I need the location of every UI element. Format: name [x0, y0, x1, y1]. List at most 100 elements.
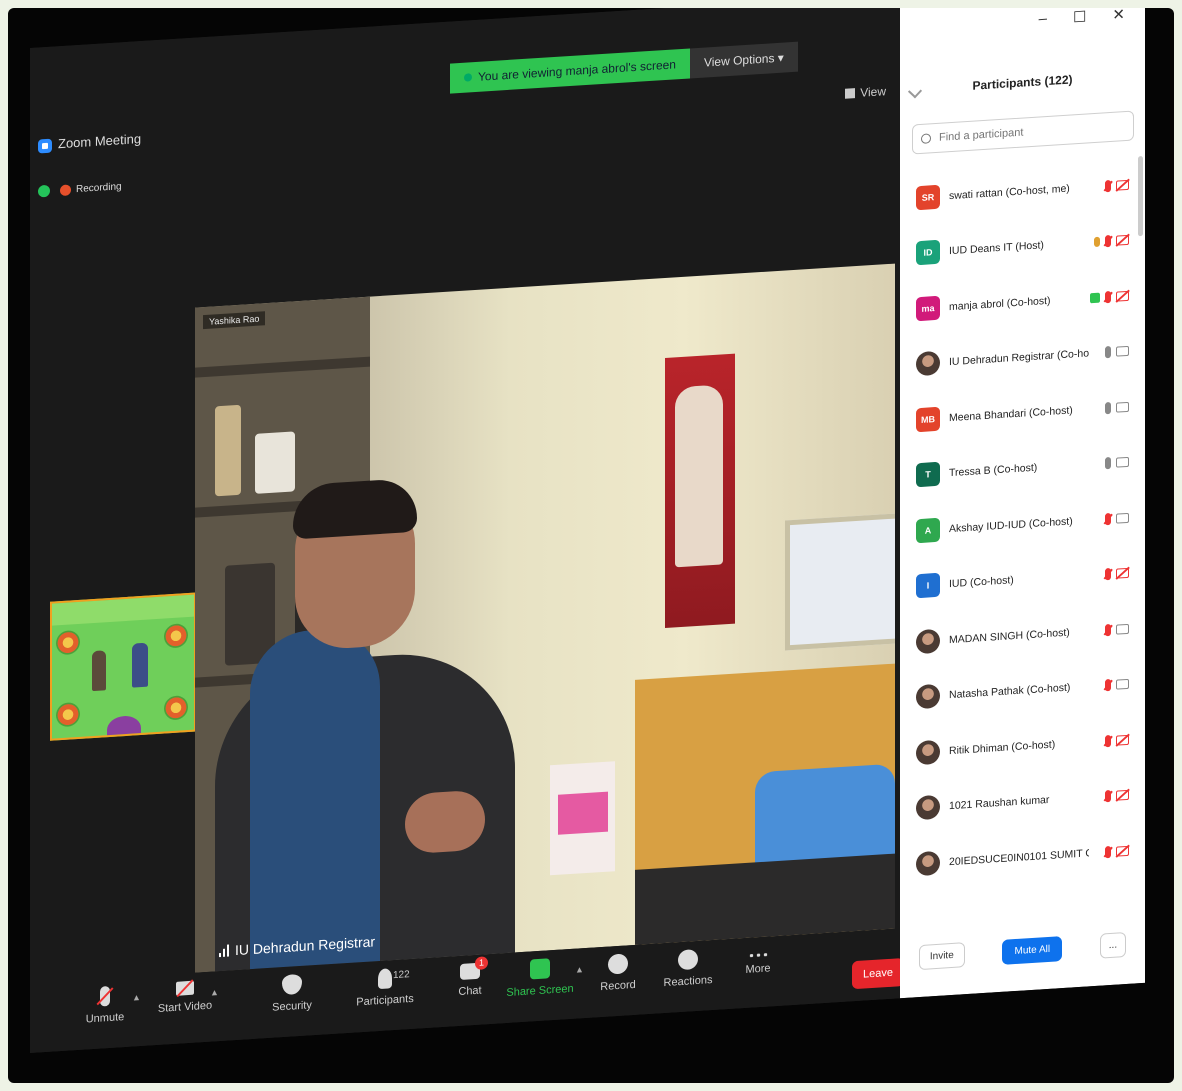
participant-search-input[interactable] — [937, 119, 1121, 145]
microphone-icon[interactable] — [1105, 457, 1111, 470]
shelf-board — [195, 356, 370, 378]
reactions-button[interactable]: Reactions — [648, 939, 728, 990]
background-poster — [665, 353, 735, 629]
avatar — [916, 350, 940, 377]
participant-name: swati rattan (Co-host, me) — [949, 182, 1070, 202]
participant-name: Natasha Pathak (Co-host) — [949, 681, 1071, 702]
shared-screen-thumbnail[interactable] — [50, 592, 196, 741]
viewing-screen-notice: You are viewing manja abrol's screen — [450, 48, 690, 94]
audio-options-chevron-icon[interactable]: ▲ — [132, 992, 141, 1003]
microphone-muted-icon[interactable] — [1105, 734, 1111, 748]
microphone-muted-icon[interactable] — [1105, 512, 1111, 526]
share-screen-icon — [530, 958, 550, 980]
participant-status-icons — [1105, 512, 1129, 526]
chat-bubble-icon: 1 — [460, 956, 488, 980]
recording-label: Recording — [76, 180, 122, 195]
speaker-scarf — [250, 625, 380, 973]
encryption-shield-icon[interactable] — [38, 184, 50, 198]
participant-name: 1021 Raushan kumar — [949, 794, 1050, 813]
participant-search[interactable] — [912, 110, 1134, 155]
security-shield-icon — [282, 973, 302, 996]
participant-status-icons — [1105, 401, 1129, 415]
avatar — [916, 794, 940, 821]
camera-off-icon[interactable] — [1116, 845, 1129, 857]
camera-icon[interactable] — [1116, 401, 1129, 413]
screen-frame: You are viewing manja abrol's screen Vie… — [8, 8, 1174, 1083]
avatar: ma — [916, 295, 940, 322]
camera-off-icon[interactable] — [1116, 734, 1129, 746]
thumbnail-figure — [92, 650, 106, 692]
participant-status-icons — [1105, 456, 1129, 470]
microphone-muted-icon[interactable] — [1105, 845, 1111, 859]
view-button[interactable]: View — [845, 84, 886, 101]
camera-off-icon[interactable] — [1116, 290, 1129, 302]
active-speaker-video[interactable]: Yashika Rao IU Dehradun Registrar — [195, 263, 895, 973]
more-button[interactable]: More — [718, 935, 798, 978]
microphone-muted-icon[interactable] — [1105, 179, 1111, 193]
chat-button[interactable]: 1 Chat — [430, 953, 510, 1000]
mute-all-button[interactable]: Mute All — [1002, 935, 1063, 965]
participants-button[interactable]: 122 Participants — [345, 958, 425, 1009]
record-icon — [608, 953, 628, 975]
participants-panel-footer: Invite Mute All ... — [900, 923, 1145, 978]
invite-button[interactable]: Invite — [918, 941, 965, 970]
camera-icon[interactable] — [1116, 346, 1129, 357]
meeting-area: You are viewing manja abrol's screen Vie… — [30, 8, 904, 1053]
view-options-button[interactable]: View Options ▾ — [689, 41, 798, 79]
video-options-chevron-icon[interactable]: ▲ — [210, 987, 219, 998]
camera-icon[interactable] — [1116, 457, 1129, 468]
avatar: SR — [916, 184, 940, 211]
camera-icon[interactable] — [1116, 623, 1129, 635]
zoom-window: You are viewing manja abrol's screen Vie… — [30, 8, 1145, 1054]
camera-icon[interactable] — [1116, 679, 1129, 690]
microphone-muted-icon[interactable] — [1105, 568, 1111, 581]
flower-decoration — [56, 701, 80, 728]
view-label: View — [860, 84, 886, 100]
camera-off-icon[interactable] — [1116, 568, 1129, 579]
camera-off-icon[interactable] — [1116, 235, 1129, 246]
microphone-muted-icon[interactable] — [1105, 235, 1111, 248]
flower-decoration — [164, 695, 188, 721]
close-icon[interactable]: ✕ — [1112, 8, 1125, 24]
participant-name: IU Dehradun Registrar (Co-host) — [949, 347, 1089, 369]
recording-badge[interactable]: Recording — [60, 181, 122, 196]
microphone-muted-icon[interactable] — [1105, 290, 1111, 304]
screen-share-icon[interactable] — [1090, 292, 1100, 304]
share-screen-label: Share Screen — [506, 982, 574, 1000]
participants-count: 122 — [393, 969, 410, 982]
maximize-icon[interactable]: ☐ — [1073, 8, 1086, 27]
view-options-label: View Options — [703, 51, 775, 70]
participants-label: Participants — [356, 992, 414, 1009]
avatar: A — [916, 517, 940, 544]
share-status-icon — [464, 73, 472, 82]
avatar — [916, 739, 940, 766]
participant-list-scrollbar[interactable] — [1138, 155, 1143, 237]
viewing-screen-text: You are viewing manja abrol's screen — [478, 57, 676, 84]
microphone-muted-icon[interactable] — [1105, 679, 1111, 692]
record-button[interactable]: Record — [578, 943, 658, 994]
camera-icon[interactable] — [1116, 512, 1129, 524]
microphone-icon[interactable] — [1105, 346, 1111, 359]
video-off-icon — [176, 980, 194, 996]
share-screen-button[interactable]: Share Screen — [500, 948, 580, 999]
shelf-trophy — [255, 431, 295, 494]
security-button[interactable]: Security — [252, 964, 332, 1015]
camera-off-icon[interactable] — [1116, 790, 1129, 801]
avatar: T — [916, 461, 940, 488]
raised-hand-icon[interactable] — [1094, 236, 1100, 248]
start-video-label: Start Video — [157, 999, 213, 1015]
leave-button[interactable]: Leave — [852, 958, 904, 990]
participant-status-icons — [1105, 567, 1129, 581]
participant-name: 20IEDSUCE0IN0101 SUMIT OL — [949, 847, 1089, 868]
microphone-muted-icon[interactable] — [1105, 623, 1111, 637]
more-label: More — [745, 962, 771, 976]
avatar — [916, 850, 940, 877]
avatar: I — [916, 572, 940, 599]
camera-off-icon[interactable] — [1116, 179, 1129, 191]
participant-name: Ritik Dhiman (Co-host) — [949, 738, 1056, 757]
microphone-muted-icon[interactable] — [1105, 790, 1111, 803]
minimize-icon[interactable]: – — [1039, 10, 1047, 29]
microphone-icon[interactable] — [1105, 401, 1111, 415]
more-options-button[interactable]: ... — [1099, 931, 1127, 959]
thumbnail-rangoli — [107, 715, 141, 741]
